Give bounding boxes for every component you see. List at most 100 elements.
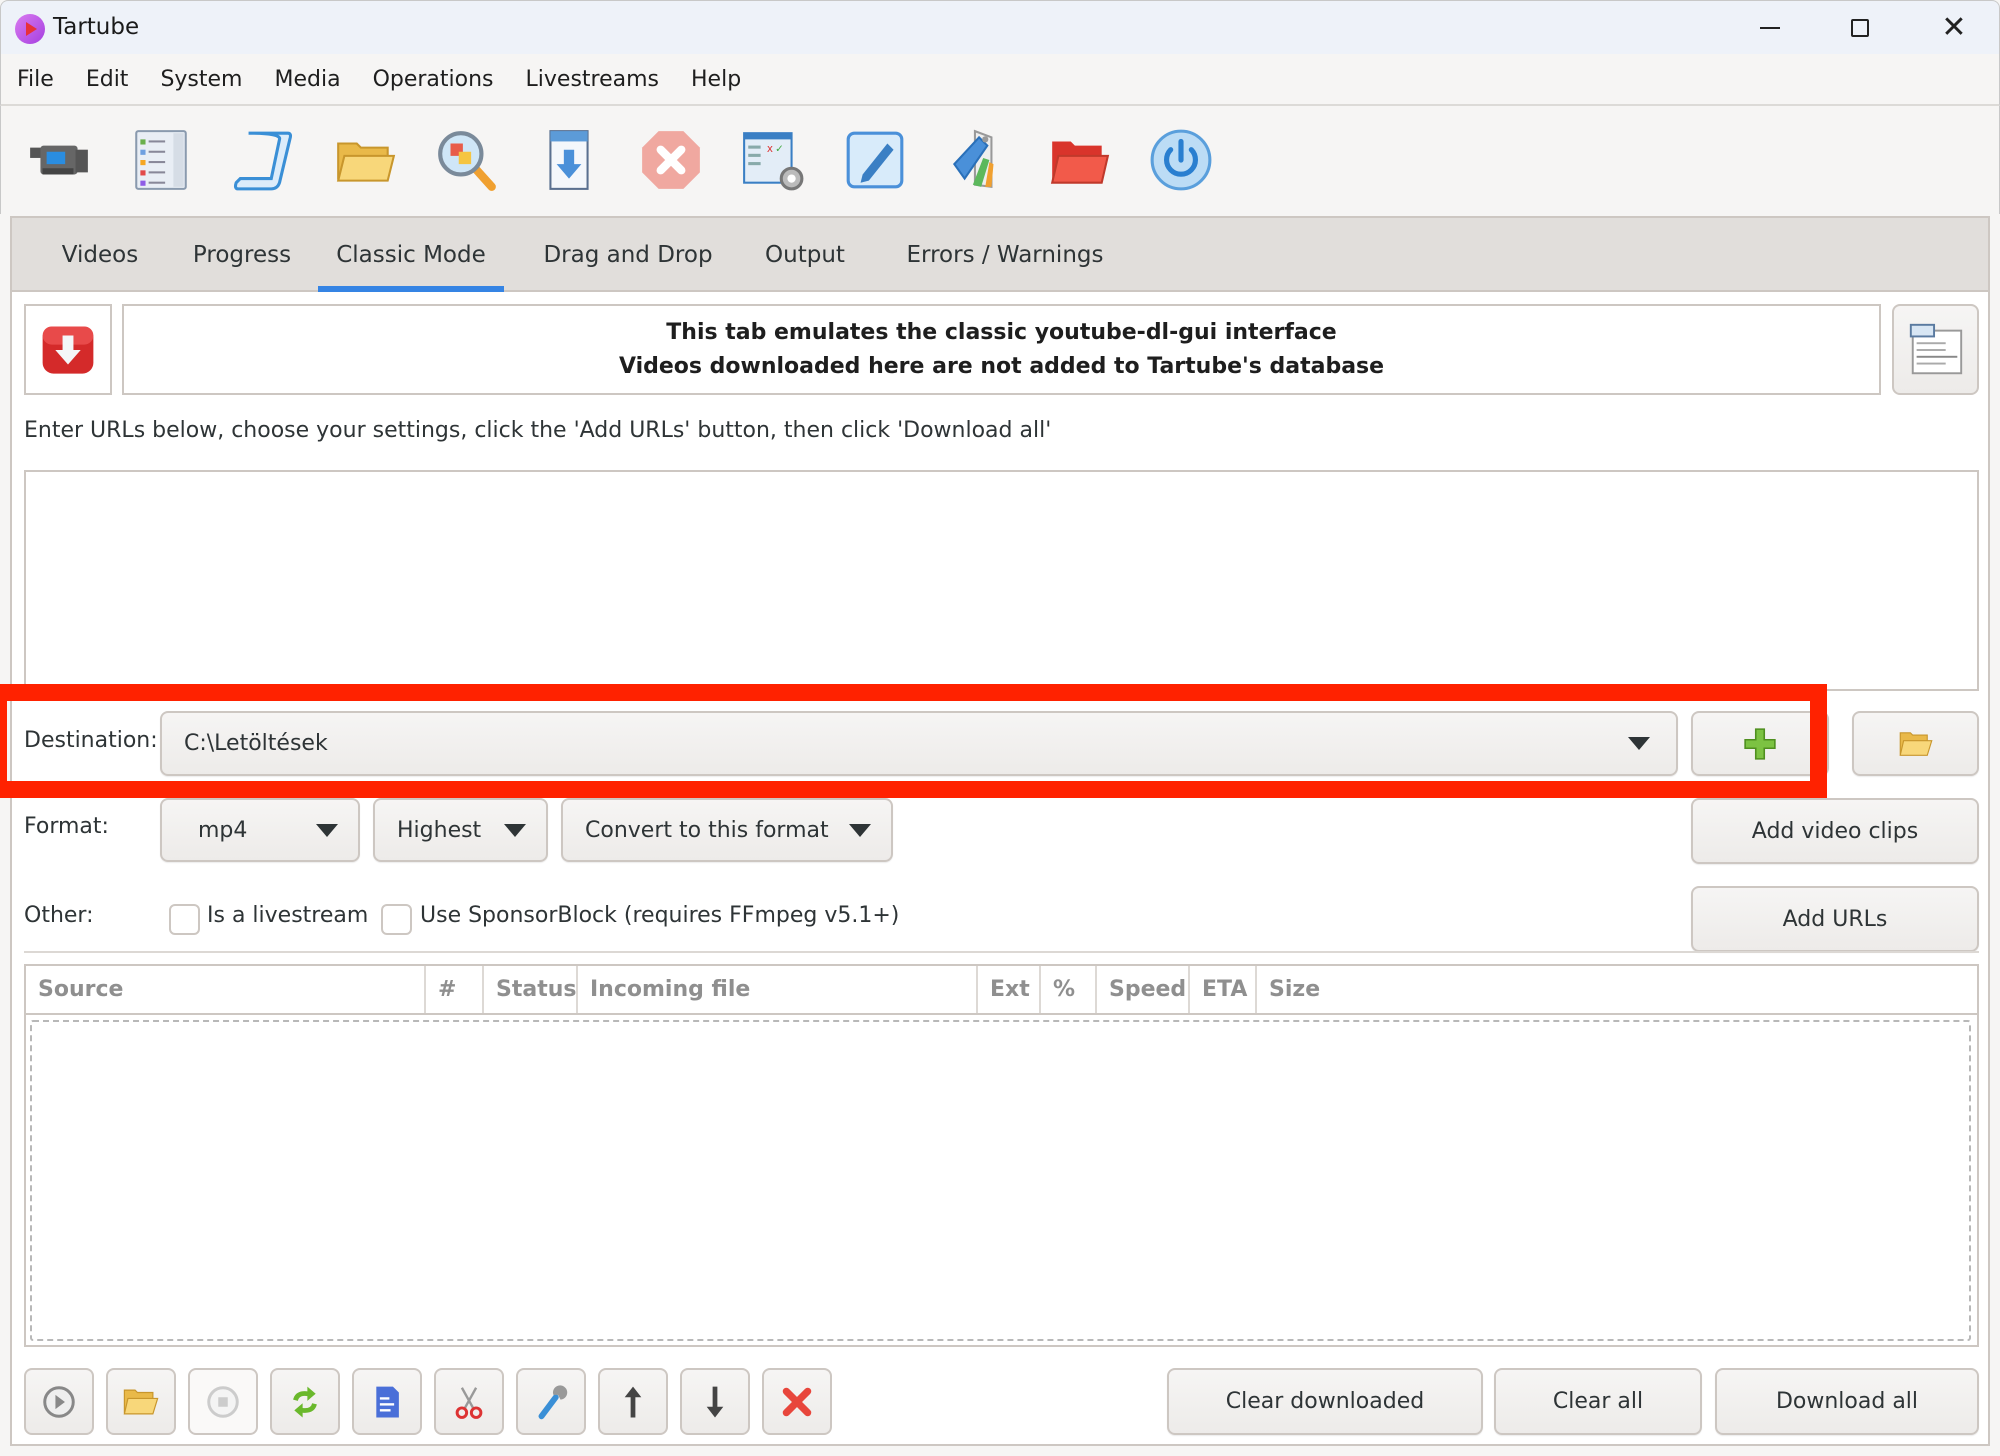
menu-system[interactable]: System (160, 67, 242, 92)
main-toolbar: x ✓ (0, 106, 2000, 214)
toolbar-check-all-button[interactable] (427, 120, 507, 200)
add-video-clips-button[interactable]: Add video clips (1691, 798, 1979, 864)
tab-errors-warnings[interactable]: Errors / Warnings (884, 218, 1126, 292)
menu-media[interactable]: Media (274, 67, 340, 92)
chevron-down-icon (1628, 737, 1650, 750)
column-percent[interactable]: % (1041, 966, 1097, 1013)
refresh-button[interactable] (270, 1368, 340, 1435)
quality-value: Highest (397, 817, 482, 843)
folder-icon (1899, 731, 1933, 756)
banner-line-2: Videos downloaded here are not added to … (618, 353, 1385, 379)
toolbar-add-folder-button[interactable] (325, 120, 405, 200)
maximize-icon (1851, 19, 1869, 37)
column-status[interactable]: Status (484, 966, 578, 1013)
window-title: Tartube (53, 14, 140, 40)
classic-menu-button[interactable] (1892, 304, 1979, 395)
chevron-down-icon (849, 823, 871, 837)
close-icon: ✕ (1941, 10, 1967, 45)
column-source[interactable]: Source (26, 966, 426, 1013)
tab-drag-and-drop[interactable]: Drag and Drop (528, 218, 728, 292)
toolbar-add-videos-button[interactable] (19, 120, 99, 200)
banner-line-1: This tab emulates the classic youtube-dl… (666, 319, 1337, 345)
clear-all-button[interactable]: Clear all (1494, 1368, 1702, 1435)
document-button[interactable] (352, 1368, 422, 1435)
toolbar-add-playlist-button[interactable] (223, 120, 303, 200)
convert-combo[interactable]: Convert to this format (561, 798, 893, 862)
document-icon (376, 1386, 399, 1417)
stop-icon (642, 131, 700, 189)
cut-button[interactable] (434, 1368, 504, 1435)
toolbar-open-folder-button[interactable] (1039, 120, 1119, 200)
tab-bar: Videos Progress Classic Mode Drag and Dr… (12, 218, 1988, 292)
move-down-button[interactable] (680, 1368, 750, 1435)
app-logo-icon (15, 14, 45, 44)
add-urls-button[interactable]: Add URLs (1691, 886, 1979, 952)
tab-videos[interactable]: Videos (32, 218, 168, 292)
instructions-text: Enter URLs below, choose your settings, … (24, 418, 1052, 443)
delete-icon (782, 1387, 812, 1416)
toolbar-quit-button[interactable] (1141, 120, 1221, 200)
toolbar-stop-button[interactable] (631, 120, 711, 200)
browse-destination-button[interactable] (1852, 711, 1979, 776)
column-incoming-file[interactable]: Incoming file (578, 966, 978, 1013)
settings-button[interactable] (516, 1368, 586, 1435)
menu-livestreams[interactable]: Livestreams (526, 67, 659, 92)
menu-edit[interactable]: Edit (86, 67, 129, 92)
livestream-checkbox[interactable] (169, 904, 200, 935)
other-label: Other: (24, 903, 94, 928)
livestream-label: Is a livestream (207, 903, 369, 928)
toolbar-tags-button[interactable] (937, 120, 1017, 200)
quality-combo[interactable]: Highest (373, 798, 548, 862)
separator (24, 951, 1979, 953)
toolbar-download-all-button[interactable] (529, 120, 609, 200)
red-folder-icon (1050, 141, 1110, 184)
playlist-scroll-icon (233, 131, 293, 191)
toolbar-add-channel-button[interactable] (121, 120, 201, 200)
column-speed[interactable]: Speed (1097, 966, 1190, 1013)
classic-mode-icon-box (24, 304, 112, 395)
move-up-button[interactable] (598, 1368, 668, 1435)
minimize-button[interactable] (1741, 7, 1799, 49)
column-size[interactable]: Size (1257, 966, 1977, 1013)
power-icon (1150, 129, 1212, 191)
column-number[interactable]: # (426, 966, 484, 1013)
stop-icon (207, 1385, 239, 1418)
sponsorblock-label: Use SponsorBlock (requires FFmpeg v5.1+) (420, 903, 900, 928)
menu-popup-icon (1909, 323, 1962, 374)
download-all-button[interactable]: Download all (1715, 1368, 1979, 1435)
folder-icon (336, 142, 396, 182)
destination-combo[interactable]: C:\Letöltések (160, 711, 1678, 776)
delete-button[interactable] (762, 1368, 832, 1435)
format-combo[interactable]: mp4 (160, 798, 360, 862)
tab-progress[interactable]: Progress (172, 218, 312, 292)
video-camera-icon (30, 145, 88, 175)
check-all-icon (438, 131, 496, 191)
maximize-button[interactable] (1831, 7, 1889, 49)
clear-downloaded-button[interactable]: Clear downloaded (1167, 1368, 1483, 1435)
plus-icon (1744, 727, 1776, 760)
url-input[interactable] (24, 470, 1979, 691)
column-eta[interactable]: ETA (1190, 966, 1257, 1013)
table-body[interactable] (30, 1020, 1971, 1341)
column-ext[interactable]: Ext (978, 966, 1041, 1013)
stop-button[interactable] (188, 1368, 258, 1435)
menu-bar: File Edit System Media Operations Livest… (0, 54, 2000, 106)
refresh-icon (293, 1386, 317, 1417)
add-destination-button[interactable] (1691, 711, 1829, 776)
format-value: mp4 (198, 817, 248, 843)
toolbar-preferences-button[interactable]: x ✓ (733, 120, 813, 200)
menu-file[interactable]: File (17, 67, 54, 92)
tab-output[interactable]: Output (752, 218, 858, 292)
sponsorblock-checkbox[interactable] (381, 904, 412, 935)
close-button[interactable]: ✕ (1925, 7, 1983, 49)
toolbar-edit-button[interactable] (835, 120, 915, 200)
menu-help[interactable]: Help (691, 67, 741, 92)
tab-classic-mode[interactable]: Classic Mode (318, 218, 504, 292)
menu-operations[interactable]: Operations (373, 67, 494, 92)
arrow-down-icon (706, 1386, 724, 1417)
open-folder-button[interactable] (106, 1368, 176, 1435)
folder-icon (123, 1389, 159, 1414)
play-button[interactable] (24, 1368, 94, 1435)
main-notebook: Videos Progress Classic Mode Drag and Dr… (10, 216, 1990, 1446)
download-all-icon (549, 130, 589, 190)
